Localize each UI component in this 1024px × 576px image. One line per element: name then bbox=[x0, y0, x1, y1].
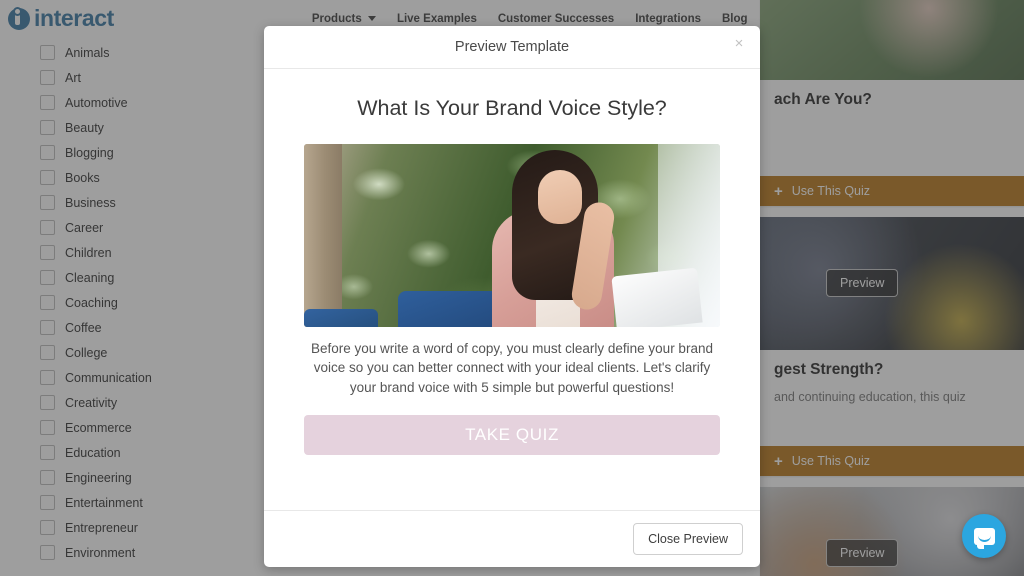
modal-header: Preview Template × bbox=[264, 26, 760, 69]
take-quiz-button[interactable]: TAKE QUIZ bbox=[304, 414, 720, 455]
modal-body: What Is Your Brand Voice Style? Before y… bbox=[264, 69, 760, 510]
face bbox=[538, 169, 582, 224]
chat-launcher-button[interactable] bbox=[962, 514, 1006, 558]
quiz-cover-image bbox=[304, 143, 720, 327]
modal-title: Preview Template bbox=[454, 39, 570, 55]
quiz-description: Before you write a word of copy, you mus… bbox=[311, 340, 713, 395]
close-icon[interactable]: × bbox=[730, 35, 748, 53]
preview-template-modal: Preview Template × What Is Your Brand Vo… bbox=[264, 26, 760, 567]
laptop bbox=[611, 267, 703, 327]
wooden-post bbox=[304, 143, 342, 327]
close-preview-button[interactable]: Close Preview bbox=[633, 523, 743, 555]
modal-footer: Close Preview bbox=[264, 510, 760, 567]
quiz-title: What Is Your Brand Voice Style? bbox=[357, 96, 667, 120]
browser-viewport: interact Products Live Examples Customer… bbox=[0, 0, 1024, 576]
chair-secondary bbox=[304, 308, 378, 327]
chat-bubble-icon bbox=[973, 527, 995, 549]
